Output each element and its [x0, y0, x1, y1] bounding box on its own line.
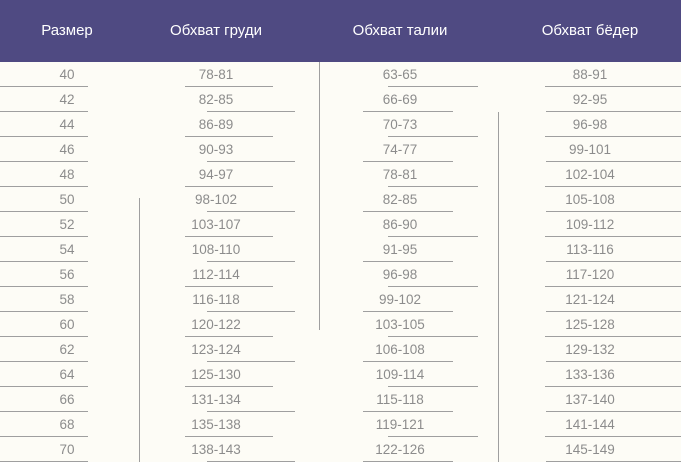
size-cell: 42 [59, 92, 75, 107]
waist-cell: 115-118 [376, 392, 424, 407]
chest-cell: 116-118 [192, 292, 240, 307]
chest-cell: 108-110 [191, 242, 241, 257]
hips-cell: 88-91 [572, 67, 608, 82]
hips-cell: 102-104 [565, 167, 615, 182]
size-cell: 46 [59, 142, 75, 157]
size-cell: 60 [59, 317, 75, 332]
waist-cell: 91-95 [382, 242, 418, 257]
waist-cell: 103-105 [375, 317, 425, 332]
hips-cell: 99-101 [568, 142, 612, 157]
waist-cell: 106-108 [375, 342, 425, 357]
hips-cell: 129-132 [565, 342, 615, 357]
waist-cell: 63-65 [382, 67, 418, 82]
size-cell: 62 [59, 342, 75, 357]
size-cell: 50 [59, 192, 75, 207]
chest-cell: 125-130 [191, 367, 241, 382]
chest-cell: 135-138 [191, 417, 241, 432]
chest-cell: 90-93 [198, 142, 234, 157]
size-cell: 58 [59, 292, 75, 307]
size-cell: 66 [59, 392, 75, 407]
chest-cell: 82-85 [198, 92, 234, 107]
hips-cell: 141-144 [565, 417, 615, 432]
chest-cell: 103-107 [191, 217, 241, 232]
waist-cell: 96-98 [382, 267, 418, 282]
hips-cell: 109-112 [565, 217, 615, 232]
table-header: Размер Обхват груди Обхват талии Обхват бёд… [0, 0, 681, 62]
size-cell: 44 [59, 117, 75, 132]
waist-cell: 109-114 [375, 367, 425, 382]
waist-cell: 74-77 [382, 142, 418, 157]
chest-cell: 120-122 [191, 317, 241, 332]
hips-cell: 117-120 [565, 267, 615, 282]
size-cell: 64 [59, 367, 75, 382]
hips-cell: 105-108 [565, 192, 615, 207]
column-divider [319, 62, 320, 330]
column-divider [139, 198, 140, 462]
header-hips: Обхват бёдер [541, 22, 639, 39]
chest-cell: 123-124 [191, 342, 241, 357]
chest-cell: 78-81 [198, 67, 234, 82]
header-waist: Обхват талии [352, 22, 448, 39]
hips-cell: 92-95 [572, 92, 608, 107]
chest-cell: 98-102 [194, 192, 238, 207]
size-cell: 68 [59, 417, 75, 432]
chest-cell: 131-134 [191, 392, 241, 407]
size-cell: 56 [59, 267, 75, 282]
waist-cell: 82-85 [382, 192, 418, 207]
size-cell: 40 [59, 67, 75, 82]
hips-cell: 133-136 [565, 367, 615, 382]
header-chest: Обхват груди [170, 22, 262, 39]
waist-cell: 99-102 [378, 292, 422, 307]
chest-cell: 86-89 [198, 117, 234, 132]
hips-cell: 125-128 [565, 317, 615, 332]
waist-cell: 119-121 [375, 417, 425, 432]
waist-cell: 78-81 [382, 167, 418, 182]
waist-cell: 70-73 [382, 117, 418, 132]
hips-cell: 113-116 [566, 242, 614, 257]
chest-cell: 138-143 [191, 442, 241, 457]
chest-cell: 94-97 [198, 167, 234, 182]
hips-cell: 96-98 [572, 117, 608, 132]
size-cell: 70 [59, 442, 75, 457]
header-size: Размер [41, 22, 93, 39]
chest-cell: 112-114 [192, 267, 240, 282]
size-cell: 52 [59, 217, 75, 232]
waist-cell: 122-126 [375, 442, 425, 457]
column-divider [498, 112, 499, 462]
hips-cell: 145-149 [565, 442, 615, 457]
size-cell: 48 [59, 167, 75, 182]
waist-cell: 66-69 [382, 92, 418, 107]
hips-cell: 121-124 [565, 292, 615, 307]
size-cell: 54 [59, 242, 75, 257]
hips-cell: 137-140 [565, 392, 615, 407]
waist-cell: 86-90 [382, 217, 418, 232]
